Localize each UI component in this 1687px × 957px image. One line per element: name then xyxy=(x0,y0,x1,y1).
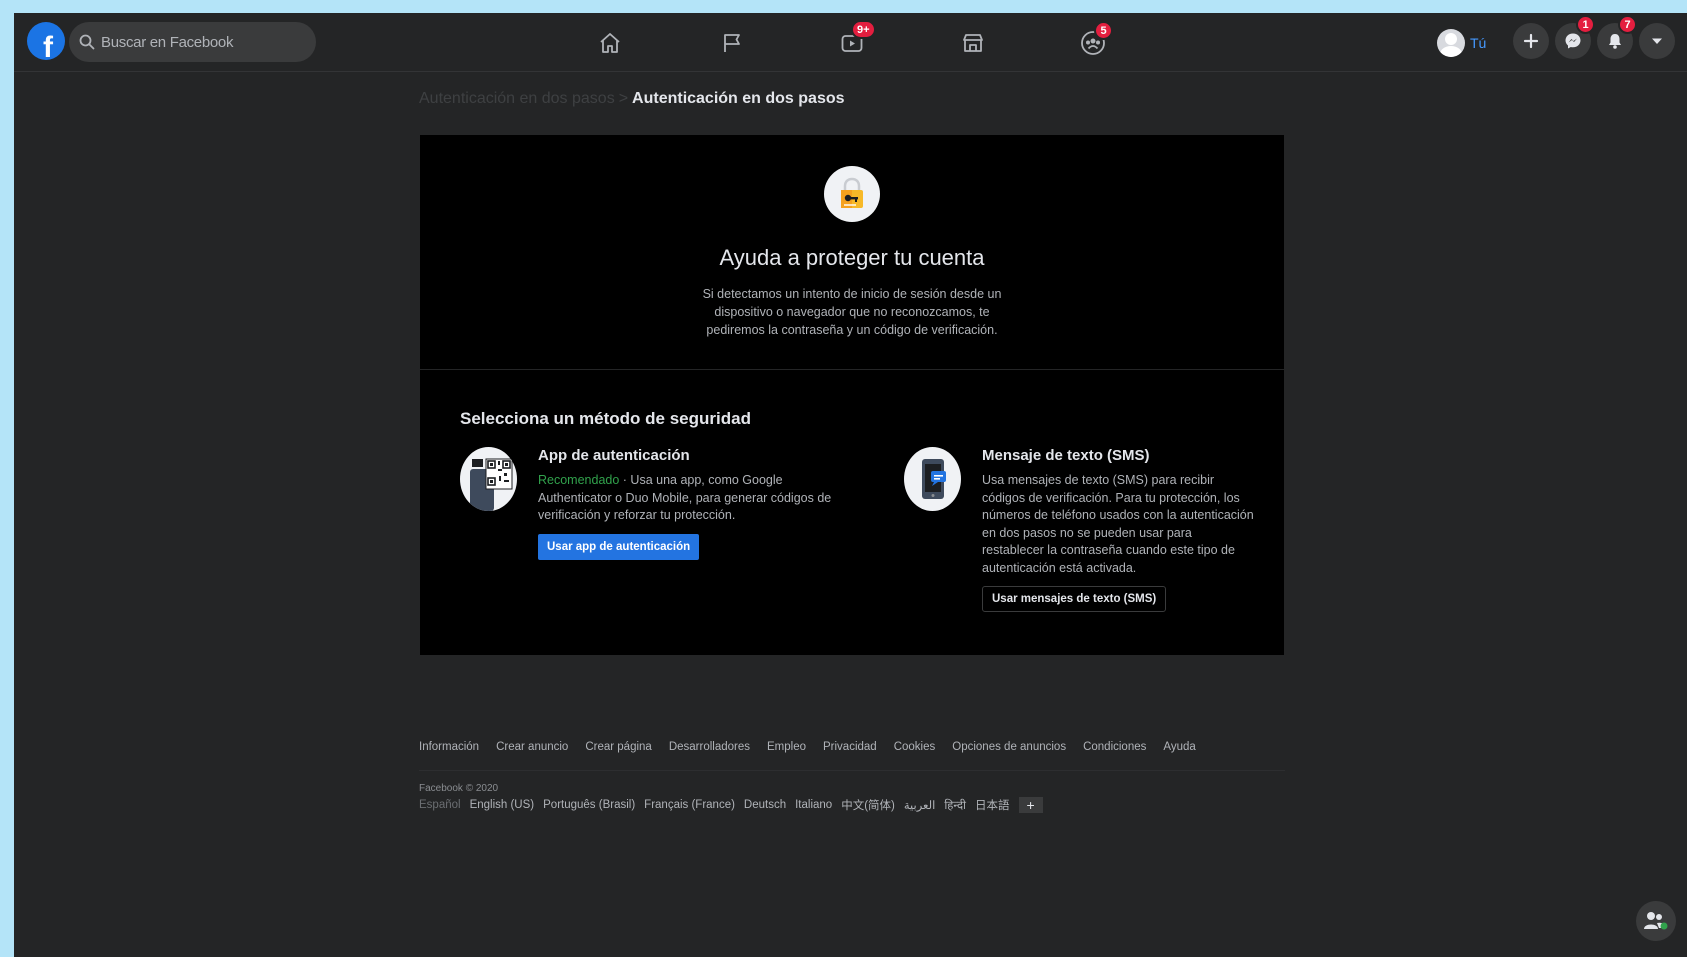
facebook-logo-icon[interactable]: f xyxy=(27,22,65,60)
authenticator-app-illustration xyxy=(460,447,517,511)
recommended-label: Recomendado xyxy=(538,473,620,487)
messenger-icon xyxy=(1565,33,1581,49)
authenticator-app-title: App de autenticación xyxy=(538,447,690,464)
language-link[interactable]: 日本語 xyxy=(975,797,1010,813)
footer: Información Crear anuncio Crear página Desa… xyxy=(419,741,1285,813)
footer-link[interactable]: Desarrolladores xyxy=(669,741,750,753)
language-link[interactable]: हिन्दी xyxy=(944,798,966,813)
use-sms-button[interactable]: Usar mensajes de texto (SMS) xyxy=(982,586,1167,612)
create-button[interactable] xyxy=(1513,23,1549,59)
language-link[interactable]: 中文(简体) xyxy=(841,797,895,813)
hero-section: Ayuda a proteger tu cuenta Si detectamos… xyxy=(420,135,1284,370)
messenger-button[interactable]: 1 xyxy=(1555,15,1595,59)
language-list: Español English (US) Português (Brasil) Fr… xyxy=(419,797,1285,813)
language-link[interactable]: Italiano xyxy=(795,799,832,811)
breadcrumb-separator: > xyxy=(618,90,629,107)
search-input[interactable]: Buscar en Facebook xyxy=(69,22,316,62)
account-menu-caret-icon xyxy=(1652,38,1662,44)
facebook-window: f Buscar en Facebook 9+ 5 Tú 1 7 Autenti… xyxy=(14,13,1687,957)
phone-message-icon xyxy=(922,459,946,499)
messenger-badge: 1 xyxy=(1576,15,1595,34)
footer-link[interactable]: Información xyxy=(419,741,479,753)
add-language-button[interactable]: + xyxy=(1018,797,1043,813)
account-menu-button[interactable] xyxy=(1639,23,1675,59)
footer-link[interactable]: Ayuda xyxy=(1163,741,1195,753)
sms-description: Usa mensajes de texto (SMS) para recibir… xyxy=(982,473,1254,575)
hero-description: Si detectamos un intento de inicio de se… xyxy=(702,287,1002,337)
footer-link[interactable]: Crear página xyxy=(585,741,651,753)
copyright: Facebook © 2020 xyxy=(419,783,499,794)
language-link[interactable]: English (US) xyxy=(470,799,535,811)
new-message-button[interactable] xyxy=(1636,901,1676,941)
use-authenticator-app-button[interactable]: Usar app de autenticación xyxy=(538,533,700,560)
two-factor-card: Ayuda a proteger tu cuenta Si detectamos… xyxy=(420,135,1284,655)
profile-shortcut[interactable]: Tú xyxy=(1437,26,1486,60)
breadcrumb: Autenticación en dos pasos > Autenticación… xyxy=(419,90,845,108)
footer-link[interactable]: Privacidad xyxy=(823,741,877,753)
current-language: Español xyxy=(419,799,461,811)
notifications-bell-icon xyxy=(1609,34,1621,49)
profile-name: Tú xyxy=(1470,35,1487,51)
pages-flag-icon xyxy=(724,34,740,52)
notifications-badge: 7 xyxy=(1618,15,1637,34)
nav-watch[interactable]: 9+ xyxy=(836,20,876,59)
padlock-key-icon xyxy=(841,177,863,208)
methods-title: Selecciona un método de seguridad xyxy=(460,409,751,428)
qr-phone-icon xyxy=(470,458,513,511)
language-link[interactable]: Français (France) xyxy=(644,799,735,811)
footer-link[interactable]: Condiciones xyxy=(1083,741,1146,753)
sms-title: Mensaje de texto (SMS) xyxy=(982,447,1150,464)
avatar xyxy=(1437,29,1465,57)
footer-link[interactable]: Crear anuncio xyxy=(496,741,568,753)
nav-groups[interactable]: 5 xyxy=(1077,21,1113,59)
hero-title: Ayuda a proteger tu cuenta xyxy=(719,245,985,270)
language-link[interactable]: Português (Brasil) xyxy=(543,799,635,811)
language-link[interactable]: Deutsch xyxy=(744,799,786,811)
marketplace-icon xyxy=(963,34,983,52)
nav-marketplace[interactable] xyxy=(957,27,989,59)
nav-home[interactable] xyxy=(594,27,626,59)
top-navigation-bar: f Buscar en Facebook 9+ 5 Tú 1 7 xyxy=(14,13,1687,72)
groups-badge: 5 xyxy=(1094,21,1113,40)
footer-link[interactable]: Cookies xyxy=(894,741,936,753)
footer-link[interactable]: Opciones de anuncios xyxy=(952,741,1066,753)
search-placeholder: Buscar en Facebook xyxy=(101,33,234,51)
notifications-button[interactable]: 7 xyxy=(1597,15,1637,59)
breadcrumb-current: Autenticación en dos pasos xyxy=(632,90,845,107)
home-icon xyxy=(600,33,620,53)
footer-links: Información Crear anuncio Crear página Desa… xyxy=(419,741,1285,771)
watch-badge: 9+ xyxy=(851,20,876,39)
sms-content: Mensaje de texto (SMS) Usa mensajes de t… xyxy=(982,447,1254,612)
create-plus-icon xyxy=(1523,33,1539,49)
people-add-icon xyxy=(1644,912,1668,930)
sms-illustration xyxy=(904,447,961,511)
breadcrumb-previous-link[interactable]: Autenticación en dos pasos xyxy=(419,90,615,107)
nav-pages[interactable] xyxy=(716,27,748,59)
footer-link[interactable]: Empleo xyxy=(767,741,806,753)
language-link[interactable]: العربية xyxy=(904,798,935,812)
lock-illustration xyxy=(824,166,880,222)
authenticator-app-content: App de autenticación Recomendado · Usa u… xyxy=(538,447,834,560)
authenticator-app-description: Recomendado · Usa una app, como Google A… xyxy=(538,472,834,525)
search-icon xyxy=(79,34,95,50)
